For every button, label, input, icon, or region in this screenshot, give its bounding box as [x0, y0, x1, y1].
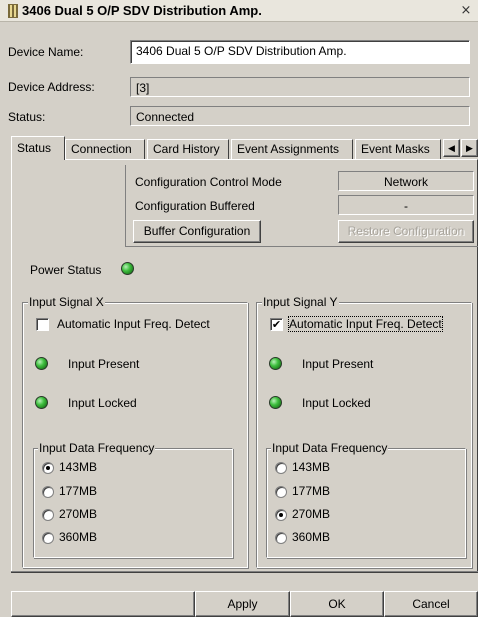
device-name-field[interactable]: 3406 Dual 5 O/P SDV Distribution Amp.: [130, 40, 470, 64]
input-y-freq-360-radio[interactable]: [275, 532, 287, 544]
buffered-value: -: [338, 195, 474, 215]
tab-event-assignments[interactable]: Event Assignments: [231, 139, 353, 159]
device-address-label: Device Address:: [8, 80, 95, 94]
tab-scroll-right-icon[interactable]: ▶: [461, 139, 478, 157]
input-y-auto-detect-label[interactable]: Automatic Input Freq. Detect: [288, 316, 443, 332]
input-y-freq-143-radio[interactable]: [275, 462, 287, 474]
input-x-frequency-title: Input Data Frequency: [38, 441, 156, 455]
input-x-freq-143-label[interactable]: 143MB: [59, 460, 97, 474]
input-x-freq-177-radio[interactable]: [42, 486, 54, 498]
input-signal-y-title: Input Signal Y: [262, 295, 339, 309]
tab-scroll-left-icon[interactable]: ◀: [443, 139, 460, 157]
cancel-button[interactable]: Cancel: [384, 591, 478, 617]
input-y-locked-led-icon: [269, 396, 282, 409]
power-status-led-icon: [121, 262, 134, 275]
apply-button[interactable]: Apply: [195, 591, 290, 617]
device-name-label: Device Name:: [8, 45, 84, 59]
close-icon[interactable]: ×: [458, 4, 474, 18]
input-x-locked-label: Input Locked: [68, 396, 137, 410]
input-x-auto-detect-checkbox[interactable]: [36, 318, 49, 331]
input-x-present-led-icon: [35, 357, 48, 370]
input-y-freq-177-label[interactable]: 177MB: [292, 484, 330, 498]
input-y-auto-detect-checkbox[interactable]: ✔: [270, 318, 283, 331]
device-icon: [8, 4, 18, 18]
device-address-field: [3]: [130, 77, 470, 97]
panel-bottom-edge: [11, 571, 478, 573]
input-y-locked-label: Input Locked: [302, 396, 371, 410]
tab-status[interactable]: Status: [11, 136, 65, 160]
input-x-locked-led-icon: [35, 396, 48, 409]
buffered-label: Configuration Buffered: [135, 199, 255, 213]
input-x-freq-177-label[interactable]: 177MB: [59, 484, 97, 498]
input-x-present-label: Input Present: [68, 357, 140, 371]
status-field: Connected: [130, 106, 470, 126]
tab-connection[interactable]: Connection: [65, 139, 145, 159]
input-x-auto-detect-label[interactable]: Automatic Input Freq. Detect: [57, 317, 210, 331]
buffer-configuration-button[interactable]: Buffer Configuration: [133, 220, 261, 243]
input-y-freq-270-label[interactable]: 270MB: [292, 507, 330, 521]
input-x-freq-270-label[interactable]: 270MB: [59, 507, 97, 521]
title-bar[interactable]: 3406 Dual 5 O/P SDV Distribution Amp. ×: [0, 0, 478, 22]
input-y-present-label: Input Present: [302, 357, 374, 371]
button-spacer: [11, 591, 195, 617]
tab-card-history[interactable]: Card History: [147, 139, 229, 159]
status-label: Status:: [8, 110, 46, 124]
ok-button[interactable]: OK: [290, 591, 384, 617]
input-x-freq-360-radio[interactable]: [42, 532, 54, 544]
input-signal-x-title: Input Signal X: [28, 295, 105, 309]
input-y-freq-360-label[interactable]: 360MB: [292, 530, 330, 544]
input-x-freq-360-label[interactable]: 360MB: [59, 530, 97, 544]
input-y-present-led-icon: [269, 357, 282, 370]
tab-event-masks[interactable]: Event Masks: [355, 139, 441, 159]
input-x-freq-143-radio[interactable]: [42, 462, 54, 474]
input-y-freq-143-label[interactable]: 143MB: [292, 460, 330, 474]
input-x-freq-270-radio[interactable]: [42, 509, 54, 521]
input-y-freq-177-radio[interactable]: [275, 486, 287, 498]
input-y-freq-270-radio[interactable]: [275, 509, 287, 521]
input-y-frequency-title: Input Data Frequency: [271, 441, 389, 455]
control-mode-value: Network: [338, 171, 474, 191]
power-status-label: Power Status: [30, 263, 102, 277]
control-mode-label: Configuration Control Mode: [135, 175, 282, 189]
window-title: 3406 Dual 5 O/P SDV Distribution Amp.: [22, 3, 262, 18]
restore-configuration-button[interactable]: Restore Configuration: [338, 220, 474, 243]
